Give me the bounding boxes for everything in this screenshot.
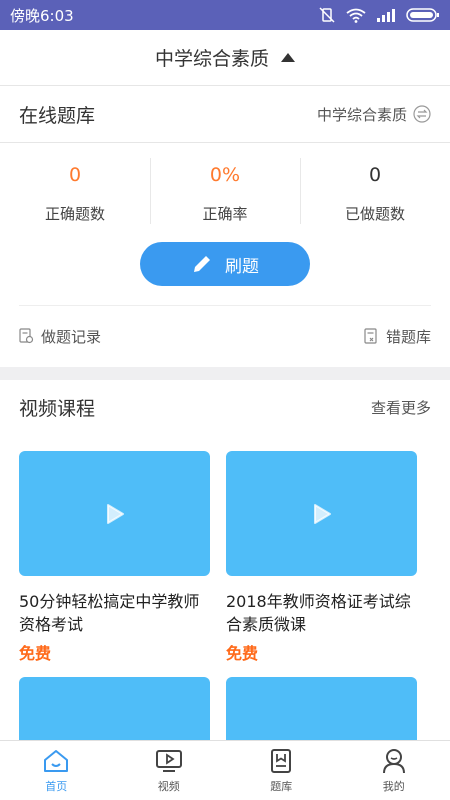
pencil-icon [194,254,212,272]
status-icons [318,7,440,23]
tab-label: 视频 [157,779,180,793]
question-bank-header: 在线题库 中学综合素质 [0,86,450,142]
video-courses-header: 视频课程 查看更多 [0,380,450,434]
course-price: 免费 [19,644,52,663]
stats-row: 0 正确题数 0% 正确率 0 已做题数 [0,158,450,224]
tab-profile[interactable]: 我的 [338,741,450,800]
switch-subject-button[interactable]: 中学综合素质 [317,104,431,125]
question-links: 做题记录 错题库 [0,316,450,356]
course-title: 2018年教师资格证考试综合素质微课 [226,592,411,634]
wifi-icon [346,8,366,23]
question-bank-icon [271,748,292,773]
tab-video[interactable]: 视频 [113,741,226,800]
course-card[interactable]: 50分钟轻松搞定中学教师资格考试 免费 [19,451,210,664]
mistakes-link[interactable]: 错题库 [364,326,431,347]
practice-button-label: 刷题 [225,256,259,277]
tab-question-bank[interactable]: 题库 [225,741,338,800]
tab-label: 题库 [270,779,293,793]
stat-done-count: 0 已做题数 [300,158,450,224]
home-icon [44,749,69,772]
status-time: 傍晚6:03 [10,6,74,25]
battery-icon [406,8,439,22]
section-separator [0,367,450,380]
divider [19,305,431,306]
course-thumbnail [19,451,210,576]
mistakes-icon [364,328,377,344]
stat-accuracy: 0% 正确率 [150,158,300,224]
stat-label: 已做题数 [344,205,405,223]
video-icon [155,749,182,772]
course-thumbnail[interactable] [19,677,210,747]
play-icon [106,503,124,524]
history-link[interactable]: 做题记录 [19,326,101,347]
switch-subject-label: 中学综合素质 [316,105,407,124]
stat-correct-count: 0 正确题数 [0,158,150,224]
stat-label: 正确率 [202,205,248,223]
practice-button[interactable]: 刷题 [140,242,310,286]
status-bar: 傍晚6:03 [0,0,450,30]
vibrate-off-icon [319,7,335,23]
record-icon [19,328,34,344]
page-title: 中学综合素质 [154,48,269,70]
mistakes-link-label: 错题库 [385,327,431,346]
tab-label: 我的 [382,779,405,793]
course-thumbnail [226,451,417,576]
video-courses-title: 视频课程 [19,397,96,420]
course-card[interactable]: 2018年教师资格证考试综合素质微课 免费 [226,451,417,664]
signal-icon [377,9,395,22]
question-bank-title: 在线题库 [19,104,96,127]
profile-icon [382,748,405,773]
stat-value: 0 [368,164,382,186]
see-more-link[interactable]: 查看更多 [371,397,431,418]
bottom-tab-bar: 首页 视频 题库 我的 [0,740,450,800]
subject-selector[interactable]: 中学综合素质 [0,30,450,86]
caret-up-icon [281,53,295,62]
divider [0,142,450,143]
switch-icon [413,105,431,123]
play-icon [313,503,331,524]
stat-value: 0% [209,164,241,186]
history-link-label: 做题记录 [41,327,102,346]
course-thumbnail[interactable] [226,677,417,747]
stat-value: 0 [68,164,82,186]
course-price: 免费 [226,644,259,663]
tab-label: 首页 [45,779,68,793]
stat-label: 正确题数 [44,205,105,223]
tab-home[interactable]: 首页 [0,741,113,800]
course-title: 50分钟轻松搞定中学教师资格考试 [19,592,200,634]
